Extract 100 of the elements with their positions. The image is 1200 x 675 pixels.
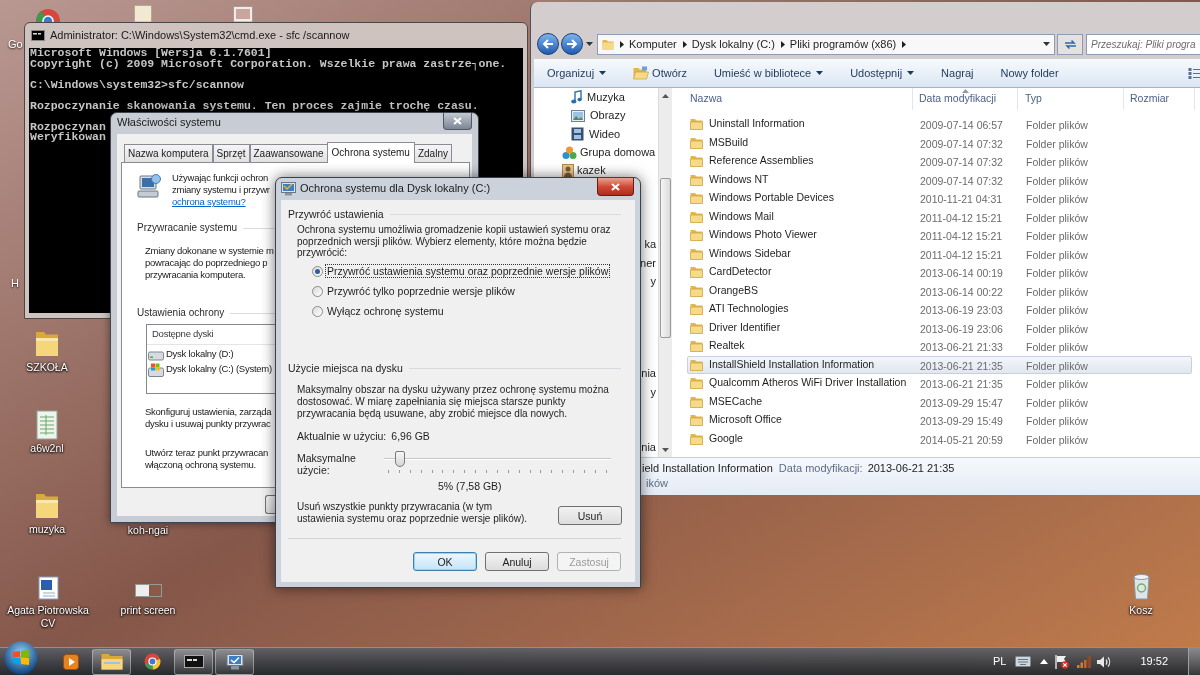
- icon-label[interactable]: H: [11, 277, 19, 289]
- file-row[interactable]: Windows Photo Viewer 2011-04-12 15:21 Folder plików: [687, 226, 1192, 245]
- file-row[interactable]: ATI Technologies 2013-06-19 23:03 Folder plików: [687, 300, 1192, 319]
- menu-button[interactable]: Umieść w bibliotece: [700, 61, 837, 85]
- keyboard-icon[interactable]: [1015, 656, 1032, 667]
- icon-label[interactable]: muzyka: [28, 523, 66, 536]
- tab[interactable]: Ochrona systemu: [326, 142, 415, 163]
- back-button[interactable]: [537, 33, 559, 55]
- scrollbar[interactable]: [658, 88, 672, 457]
- delete-button[interactable]: Usuń: [558, 506, 622, 526]
- column-header[interactable]: Data modyfikacji: [913, 88, 1018, 110]
- toolbar-button[interactable]: Nagraj: [928, 61, 987, 85]
- nav-item[interactable]: y: [650, 386, 656, 398]
- signal-bars-icon[interactable]: [1077, 655, 1092, 668]
- file-row[interactable]: MSECache 2013-09-29 15:47 Folder plików: [687, 392, 1192, 411]
- nav-item[interactable]: Obrazy: [590, 110, 626, 122]
- icon-label[interactable]: SZKOŁA: [26, 361, 68, 374]
- breadcrumb[interactable]: Pliki programów (x86): [789, 37, 897, 51]
- icon-label[interactable]: a6w2nl: [30, 442, 64, 455]
- refresh-button[interactable]: [1057, 33, 1083, 55]
- menu-button[interactable]: Udostępnij: [837, 61, 928, 85]
- chevron-up-icon[interactable]: [1040, 659, 1049, 664]
- taskbar-button[interactable]: [92, 648, 131, 675]
- clock[interactable]: 19:52: [1140, 655, 1168, 668]
- tab[interactable]: Zdalny: [413, 144, 452, 162]
- folder-icon[interactable]: [35, 492, 59, 519]
- drive-name[interactable]: Dysk lokalny (D:): [166, 347, 234, 362]
- view-options-icon[interactable]: [1188, 66, 1200, 80]
- chevron-right-icon[interactable]: [902, 40, 907, 48]
- scroll-thumb[interactable]: [660, 178, 671, 338]
- nav-item[interactable]: ner: [640, 257, 656, 269]
- chevron-right-icon[interactable]: [620, 40, 624, 48]
- dialog-button[interactable]: OK: [413, 552, 477, 572]
- nav-item[interactable]: kazek: [577, 165, 606, 177]
- slider-track[interactable]: [384, 451, 611, 474]
- slider-thumb[interactable]: [394, 451, 405, 468]
- tab[interactable]: Zaawansowane: [249, 144, 328, 162]
- file-row[interactable]: Windows Sidebar 2011-04-12 15:21 Folder plików: [687, 244, 1192, 263]
- column-header[interactable]: Rozmiar: [1124, 88, 1195, 110]
- file-row[interactable]: Uninstall Information 2009-07-14 06:57 Folder plików: [687, 115, 1192, 134]
- radio-button[interactable]: [312, 285, 323, 297]
- address-bar[interactable]: Komputer Dysk lokalny (C:) Pliki programów (x86): [597, 33, 1055, 55]
- file-row[interactable]: Qualcomm Atheros WiFi Driver Installation 2013-06-21 21:35 Folder plików: [687, 374, 1192, 393]
- taskbar-button[interactable]: [174, 648, 213, 675]
- folder-icon[interactable]: [35, 330, 59, 357]
- option-label[interactable]: Przywróć ustawienia systemu oraz poprzednie wersje plików: [325, 264, 611, 279]
- chevron-right-icon[interactable]: [780, 40, 785, 48]
- forward-button[interactable]: [561, 33, 583, 55]
- toolbar-button[interactable]: Nowy folder: [987, 61, 1072, 85]
- show-desktop-button[interactable]: [1188, 647, 1200, 675]
- tab[interactable]: Nazwa komputera: [124, 144, 213, 162]
- file-row[interactable]: InstallShield Installation Information 2013-06-21 21:35 Folder plików: [687, 355, 1192, 374]
- column-header[interactable]: Typ: [1018, 88, 1124, 110]
- nav-item[interactable]: ka: [644, 239, 656, 251]
- option-label[interactable]: Przywróć tylko poprzednie wersje plików: [325, 284, 517, 299]
- breadcrumb[interactable]: Komputer: [629, 37, 677, 51]
- nav-item[interactable]: Wideo: [589, 128, 621, 140]
- tab[interactable]: Sprzęt: [212, 144, 250, 162]
- file-row[interactable]: Driver Identifier 2013-06-19 23:06 Folder plików: [687, 318, 1192, 337]
- file-row[interactable]: MSBuild 2009-07-14 07:32 Folder plików: [687, 133, 1192, 152]
- image-thumbnail-icon[interactable]: [134, 584, 162, 597]
- nav-item[interactable]: nia: [641, 368, 656, 380]
- nav-item[interactable]: nia: [641, 442, 656, 454]
- file-row[interactable]: Windows Mail 2011-04-12 15:21 Folder plików: [687, 207, 1192, 226]
- toolbar-button[interactable]: Otwórz: [620, 61, 700, 85]
- taskbar-button[interactable]: [215, 648, 254, 675]
- close-button[interactable]: [597, 178, 634, 196]
- icon-label[interactable]: Agata Piotrowska CV: [3, 604, 93, 630]
- file-row[interactable]: Windows Portable Devices 2010-11-21 04:31 Folder plików: [687, 189, 1192, 208]
- breadcrumb[interactable]: Dysk lokalny (C:): [691, 37, 775, 51]
- dialog-button[interactable]: Anuluj: [485, 552, 549, 572]
- flag-icon[interactable]: [1055, 654, 1070, 669]
- option-label[interactable]: Wyłącz ochronę systemu: [325, 304, 446, 319]
- help-link[interactable]: ochrona systemu?: [172, 196, 246, 208]
- language-indicator[interactable]: PL: [993, 655, 1007, 668]
- file-row[interactable]: Windows NT 2009-07-14 07:32 Folder plików: [687, 170, 1192, 189]
- chevron-right-icon[interactable]: [682, 40, 687, 48]
- file-row[interactable]: OrangeBS 2013-06-14 00:22 Folder plików: [687, 281, 1192, 300]
- file-row[interactable]: CardDetector 2013-06-14 00:19 Folder plików: [687, 263, 1192, 282]
- caret-down-icon[interactable]: [1043, 42, 1050, 46]
- drive-name[interactable]: Dysk lokalny (C:) (System): [166, 362, 272, 377]
- column-header[interactable]: Nazwa: [687, 88, 913, 110]
- nav-item[interactable]: y: [650, 276, 656, 288]
- file-row[interactable]: Realtek 2013-06-21 21:33 Folder plików: [687, 337, 1192, 356]
- icon-label[interactable]: koh-ngai: [127, 524, 169, 537]
- file-row[interactable]: Microsoft Office 2013-09-29 15:49 Folder plików: [687, 411, 1192, 430]
- menu-button[interactable]: Organizuj: [534, 61, 620, 85]
- icon-label[interactable]: print screen: [120, 604, 176, 617]
- nav-item[interactable]: Grupa domowa: [580, 147, 656, 159]
- close-button[interactable]: [443, 113, 472, 130]
- document-icon[interactable]: [37, 576, 59, 600]
- nav-item[interactable]: Muzyka: [587, 91, 625, 103]
- spreadsheet-icon[interactable]: [36, 410, 58, 440]
- search-field[interactable]: Przeszukaj: Pliki progra: [1086, 33, 1200, 55]
- file-row[interactable]: Reference Assemblies 2009-07-14 07:32 Folder plików: [687, 152, 1192, 171]
- icon-label[interactable]: Kosz: [1129, 604, 1153, 617]
- file-row[interactable]: Google 2014-05-21 20:59 Folder plików: [687, 429, 1192, 448]
- radio-button[interactable]: [312, 265, 323, 277]
- radio-button[interactable]: [312, 305, 323, 317]
- speaker-icon[interactable]: [1097, 655, 1112, 668]
